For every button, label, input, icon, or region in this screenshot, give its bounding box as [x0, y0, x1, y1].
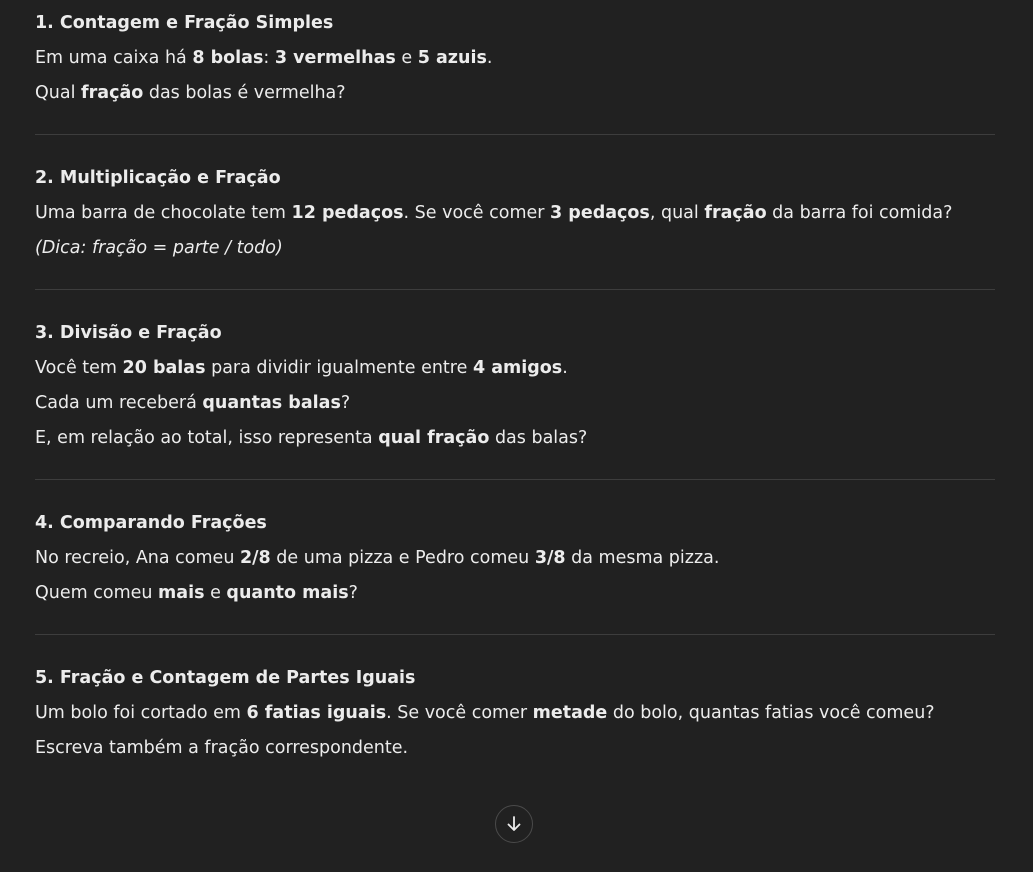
- exercise-line: Escreva também a fração correspondente.: [35, 725, 995, 760]
- bold-text: 3 pedaços: [550, 203, 650, 223]
- exercise-title: 5. Fração e Contagem de Partes Iguais: [35, 668, 416, 688]
- exercise-title: 3. Divisão e Fração: [35, 323, 222, 343]
- text-segment: No recreio, Ana comeu: [35, 548, 240, 568]
- section-divider: [35, 479, 995, 480]
- exercise-line: No recreio, Ana comeu 2/8 de uma pizza e…: [35, 535, 995, 570]
- section-divider: [35, 634, 995, 635]
- text-segment: Escreva também a fração correspondente.: [35, 738, 409, 758]
- text-segment: da mesma pizza.: [565, 548, 720, 568]
- text-segment: da barra foi comida?: [766, 203, 953, 223]
- exercise-section: 1. Contagem e Fração Simples Em uma caixa…: [35, 0, 995, 105]
- bold-text: metade: [532, 703, 608, 723]
- bold-text: qual fração: [378, 428, 490, 448]
- text-segment: e: [204, 583, 227, 603]
- exercise-section: 3. Divisão e Fração Você tem 20 balas par…: [35, 310, 995, 450]
- exercise-line: Um bolo foi cortado em 6 fatias iguais. …: [35, 690, 995, 725]
- text-segment: . Se você comer: [403, 203, 551, 223]
- text-segment: Em uma caixa há: [35, 48, 193, 68]
- text-segment: ?: [340, 393, 351, 413]
- text-segment: E, em relação ao total, isso representa: [35, 428, 379, 448]
- arrow-down-icon: [507, 816, 521, 831]
- text-segment: Qual: [35, 83, 82, 103]
- bold-text: 2/8: [239, 548, 271, 568]
- exercise-line: E, em relação ao total, isso representa …: [35, 415, 995, 450]
- bold-text: 6 fatias iguais: [246, 703, 387, 723]
- bold-text: fração: [704, 203, 767, 223]
- text-segment: e: [395, 48, 418, 68]
- text-segment: (Dica: fração = parte / todo): [35, 238, 283, 258]
- text-segment: Uma barra de chocolate tem: [35, 203, 292, 223]
- exercise-line: Quem comeu mais e quanto mais?: [35, 570, 995, 605]
- bold-text: 4 amigos: [472, 358, 563, 378]
- exercise-title: 1. Contagem e Fração Simples: [35, 13, 334, 33]
- text-segment: Você tem: [35, 358, 123, 378]
- bold-text: 12 pedaços: [291, 203, 404, 223]
- exercise-section: 5. Fração e Contagem de Partes Iguais Um …: [35, 655, 995, 760]
- exercise-title: 2. Multiplicação e Fração: [35, 168, 281, 188]
- bold-text: 20 balas: [122, 358, 206, 378]
- bold-text: quanto mais: [226, 583, 349, 603]
- exercise-line: Qual fração das bolas é vermelha?: [35, 70, 995, 105]
- section-divider: [35, 134, 995, 135]
- text-segment: ?: [348, 583, 358, 603]
- text-segment: das bolas é vermelha?: [143, 83, 346, 103]
- exercise-section: 4. Comparando Frações No recreio, Ana com…: [35, 500, 995, 605]
- text-segment: para dividir igualmente entre: [205, 358, 473, 378]
- exercise-line: Você tem 20 balas para dividir igualment…: [35, 345, 995, 380]
- scroll-to-bottom-button[interactable]: [495, 805, 533, 843]
- text-segment: :: [263, 48, 275, 68]
- text-segment: das balas?: [489, 428, 588, 448]
- text-segment: , qual: [649, 203, 705, 223]
- exercise-line: Cada um receberá quantas balas?: [35, 380, 995, 415]
- text-segment: de uma pizza e Pedro comeu: [270, 548, 535, 568]
- text-segment: Cada um receberá: [35, 393, 203, 413]
- exercise-line: Em uma caixa há 8 bolas: 3 vermelhas e 5…: [35, 35, 995, 70]
- text-segment: . Se você comer: [386, 703, 533, 723]
- exercise-line: Uma barra de chocolate tem 12 pedaços. S…: [35, 190, 995, 225]
- bold-text: 8 bolas: [192, 48, 264, 68]
- bold-text: 3/8: [534, 548, 566, 568]
- text-segment: .: [562, 358, 568, 378]
- exercise-line: (Dica: fração = parte / todo): [35, 225, 995, 260]
- exercise-section: 2. Multiplicação e Fração Uma barra de ch…: [35, 155, 995, 260]
- text-segment: Um bolo foi cortado em: [35, 703, 247, 723]
- bold-text: 3 vermelhas: [274, 48, 396, 68]
- bold-text: fração: [81, 83, 144, 103]
- text-segment: Quem comeu: [35, 583, 159, 603]
- exercise-title: 4. Comparando Frações: [35, 513, 267, 533]
- text-segment: .: [486, 48, 493, 68]
- bold-text: mais: [158, 583, 205, 603]
- bold-text: quantas balas: [202, 393, 341, 413]
- text-segment: do bolo, quantas fatias você comeu?: [607, 703, 935, 723]
- message-content: 1. Contagem e Fração Simples Em uma caixa…: [35, 0, 995, 760]
- section-divider: [35, 289, 995, 290]
- bold-text: 5 azuis: [417, 48, 487, 68]
